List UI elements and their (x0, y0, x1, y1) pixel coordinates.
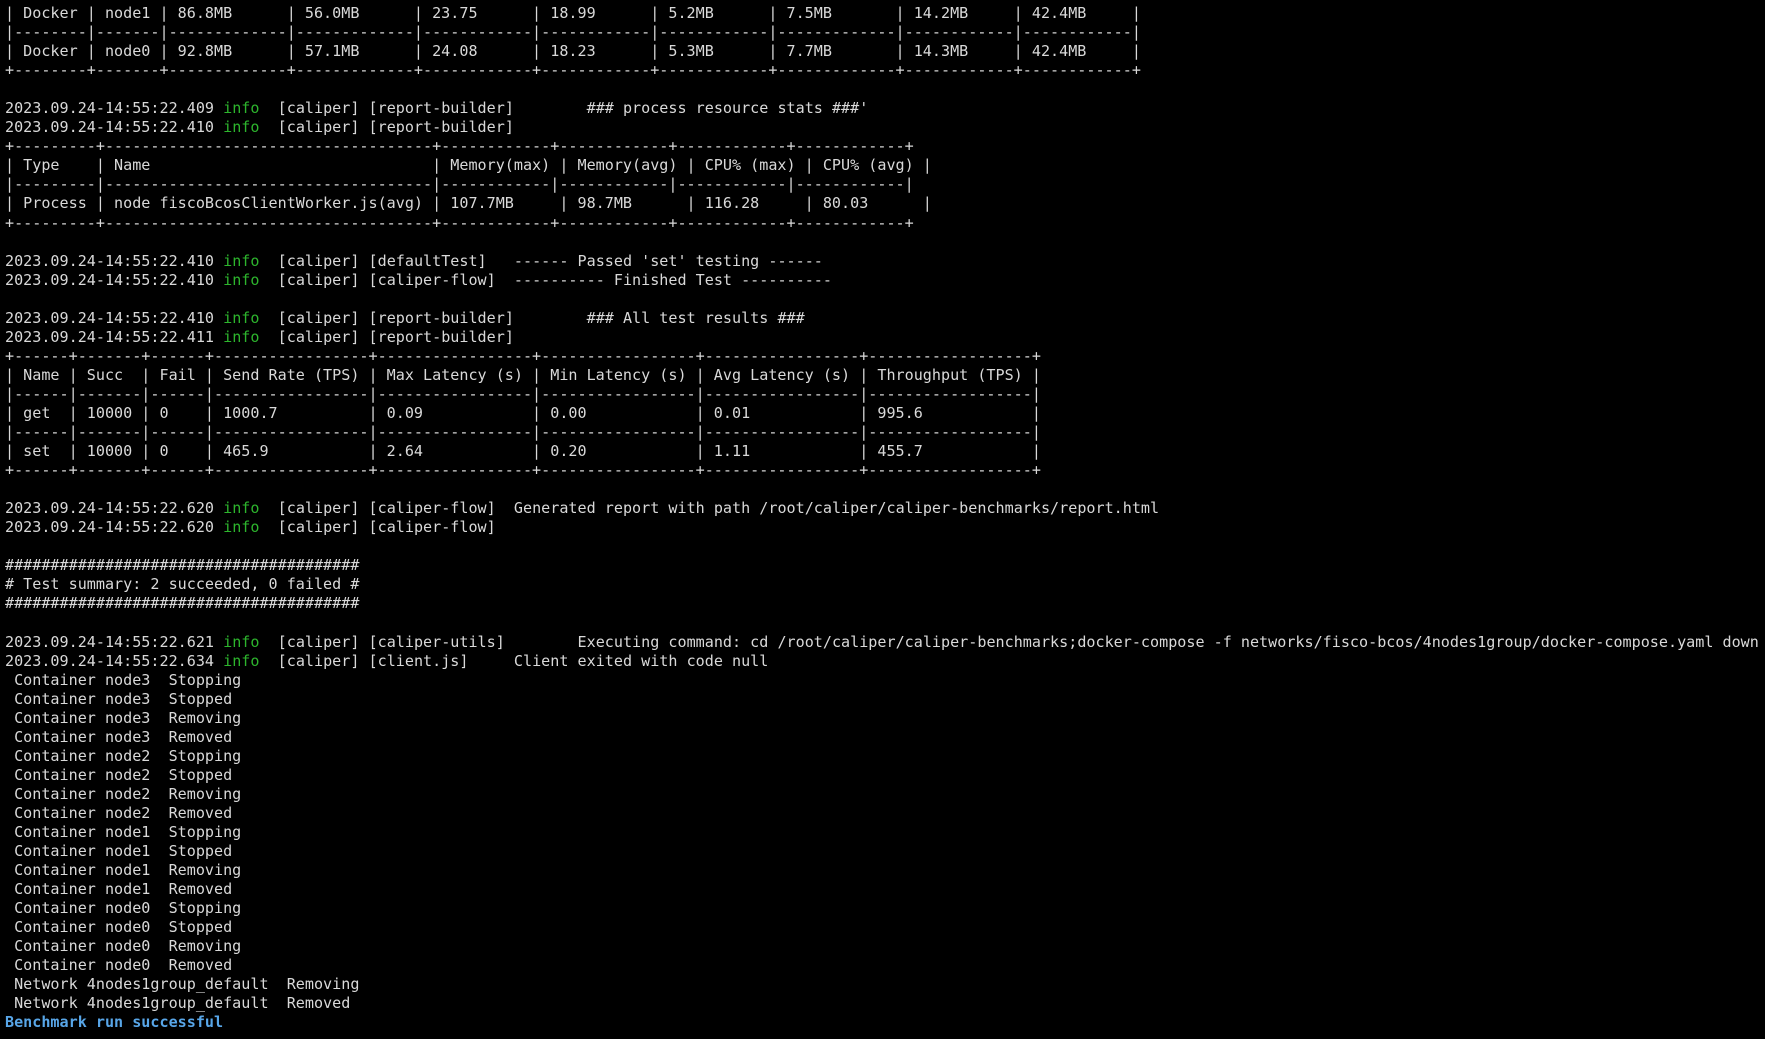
log-level: info (223, 118, 260, 137)
output-line: Container node1 Stopped (5, 842, 233, 861)
success-message: Benchmark run successful (5, 1013, 224, 1032)
log-timestamp: 2023.09.24-14:55:22.410 (5, 270, 215, 289)
terminal-output[interactable]: | Docker | node1 | 86.8MB | 56.0MB | 23.… (5, 4, 1761, 1035)
log-line: 2023.09.24-14:55:22.620 info [caliper] [… (5, 518, 1761, 537)
output-line: Container node1 Removing (5, 861, 242, 880)
log-timestamp: 2023.09.24-14:55:22.410 (5, 308, 215, 327)
output-line: Container node0 Removing (5, 937, 242, 956)
log-level: info (223, 270, 260, 289)
output-line: Container node1 Removed (5, 880, 233, 899)
log-message: [caliper] [report-builder] ### All test … (259, 308, 805, 327)
log-line: 2023.09.24-14:55:22.410 info [caliper] [… (5, 271, 1761, 290)
log-message: [caliper] [report-builder] ### process r… (259, 99, 869, 118)
log-message: [caliper] [caliper-flow] Generated repor… (259, 499, 1160, 518)
log-line: 2023.09.24-14:55:22.634 info [caliper] [… (5, 652, 1761, 671)
log-timestamp: 2023.09.24-14:55:22.620 (5, 499, 215, 518)
output-line: | Docker | node1 | 86.8MB | 56.0MB | 23.… (5, 4, 1141, 22)
log-timestamp: 2023.09.24-14:55:22.409 (5, 99, 215, 118)
log-timestamp: 2023.09.24-14:55:22.410 (5, 251, 215, 270)
log-timestamp: 2023.09.24-14:55:22.411 (5, 327, 215, 346)
output-line: Network 4nodes1group_default Removed (5, 994, 351, 1013)
output-line: Container node3 Stopping (5, 670, 242, 689)
output-line: +--------+-------+-------------+--------… (5, 61, 1141, 80)
output-line: Container node0 Removed (5, 956, 233, 975)
log-line: 2023.09.24-14:55:22.410 info [caliper] [… (5, 118, 1761, 137)
log-timestamp: 2023.09.24-14:55:22.620 (5, 518, 215, 537)
output-line: |------|-------|------|-----------------… (5, 423, 1041, 442)
output-line: |--------|-------|-------------|--------… (5, 23, 1141, 42)
log-message: [caliper] [report-builder] (259, 327, 514, 346)
output-line: # Test summary: 2 succeeded, 0 failed # (5, 575, 360, 594)
output-line: | set | 10000 | 0 | 465.9 | 2.64 | 0.20 … (5, 442, 1041, 461)
output-line: ####################################### (5, 556, 360, 575)
output-line: Container node1 Stopping (5, 823, 242, 842)
log-line: 2023.09.24-14:55:22.409 info [caliper] [… (5, 99, 1761, 118)
output-line: |---------|-----------------------------… (5, 175, 914, 194)
log-message: [caliper] [caliper-flow] ---------- Fini… (259, 270, 832, 289)
log-level: info (223, 251, 260, 270)
log-level: info (223, 518, 260, 537)
log-level: info (223, 632, 260, 651)
log-message: [caliper] [client.js] Client exited with… (259, 651, 769, 670)
output-line: Container node2 Removing (5, 784, 242, 803)
output-line: | Name | Succ | Fail | Send Rate (TPS) |… (5, 365, 1041, 384)
log-message: [caliper] [report-builder] (259, 118, 514, 137)
output-line: +------+-------+------+-----------------… (5, 346, 1041, 365)
output-line: Container node2 Removed (5, 803, 233, 822)
log-timestamp: 2023.09.24-14:55:22.410 (5, 118, 215, 137)
log-timestamp: 2023.09.24-14:55:22.634 (5, 651, 215, 670)
output-line: Container node3 Stopped (5, 689, 233, 708)
output-line: +------+-------+------+-----------------… (5, 461, 1041, 480)
output-line: | Process | node fiscoBcosClientWorker.j… (5, 194, 932, 213)
output-line: | Type | Name | Memory(max) | Memory(avg… (5, 156, 932, 175)
log-line: 2023.09.24-14:55:22.410 info [caliper] [… (5, 309, 1761, 328)
log-line: 2023.09.24-14:55:22.411 info [caliper] [… (5, 328, 1761, 347)
log-level: info (223, 327, 260, 346)
log-line: 2023.09.24-14:55:22.410 info [caliper] [… (5, 252, 1761, 271)
output-line: Container node3 Removed (5, 727, 233, 746)
output-line: Container node2 Stopped (5, 765, 233, 784)
log-level: info (223, 99, 260, 118)
output-line: ####################################### (5, 594, 360, 613)
output-line: Network 4nodes1group_default Removing (5, 975, 360, 994)
log-level: info (223, 308, 260, 327)
output-line: +---------+-----------------------------… (5, 137, 914, 156)
output-line: | get | 10000 | 0 | 1000.7 | 0.09 | 0.00… (5, 403, 1041, 422)
log-timestamp: 2023.09.24-14:55:22.621 (5, 632, 215, 651)
log-message: [caliper] [defaultTest] ------ Passed 's… (259, 251, 823, 270)
output-line: Container node0 Stopping (5, 899, 242, 918)
log-message: [caliper] [caliper-utils] Executing comm… (259, 632, 1759, 651)
log-level: info (223, 651, 260, 670)
output-line: | Docker | node0 | 92.8MB | 57.1MB | 24.… (5, 42, 1141, 61)
output-line: |------|-------|------|-----------------… (5, 384, 1041, 403)
output-line: Container node0 Stopped (5, 918, 233, 937)
output-line: Container node3 Removing (5, 708, 242, 727)
log-message: [caliper] [caliper-flow] (259, 518, 496, 537)
log-line: 2023.09.24-14:55:22.621 info [caliper] [… (5, 633, 1761, 652)
log-line: 2023.09.24-14:55:22.620 info [caliper] [… (5, 499, 1761, 518)
output-line: Container node2 Stopping (5, 746, 242, 765)
output-line: +---------+-----------------------------… (5, 213, 914, 232)
log-level: info (223, 499, 260, 518)
